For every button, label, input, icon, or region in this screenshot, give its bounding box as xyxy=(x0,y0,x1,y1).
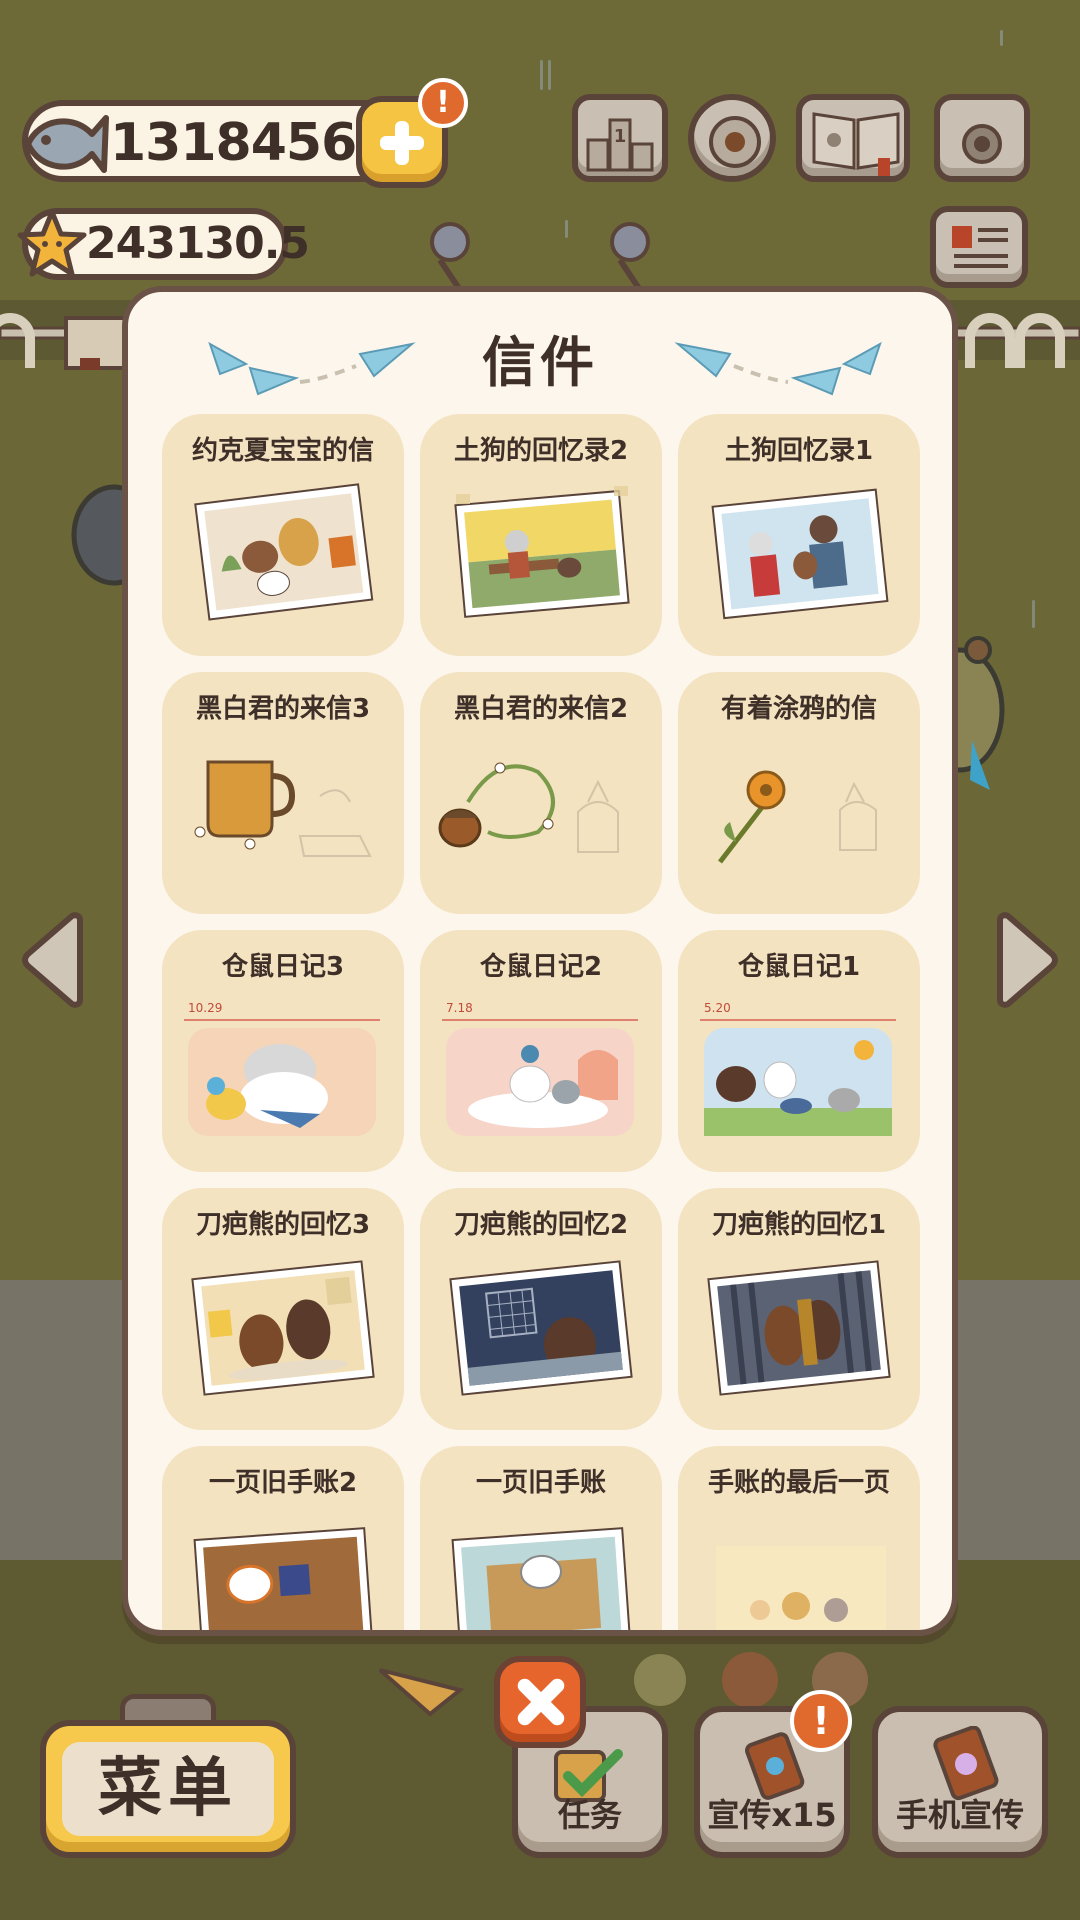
letter-title: 黑白君的来信3 xyxy=(195,694,371,724)
rain-drop xyxy=(1000,30,1003,46)
letter-title: 刀疤熊的回忆2 xyxy=(453,1210,629,1240)
diary-date: 10.29 xyxy=(188,1001,222,1015)
gear-icon xyxy=(709,116,761,168)
fish-alert-badge: ! xyxy=(418,78,468,128)
rain-drop xyxy=(548,60,551,90)
letter-card[interactable]: 刀疤熊的回忆3 xyxy=(162,1188,404,1430)
letter-title: 仓鼠日记3 xyxy=(221,952,345,982)
letter-title: 土狗回忆录1 xyxy=(724,436,874,466)
ranking-icon: 1 xyxy=(586,118,654,172)
star-icon xyxy=(17,209,87,277)
catbook-button[interactable] xyxy=(796,94,910,182)
letter-card[interactable]: 土狗回忆录1 xyxy=(678,414,920,656)
ranking-button[interactable]: 1 xyxy=(572,94,668,182)
photo-bear-night-image xyxy=(449,1260,633,1396)
newspaper-icon xyxy=(952,226,1008,268)
letter-title: 黑白君的来信2 xyxy=(453,694,629,724)
phone-promo-label: 手机宣传 xyxy=(895,1796,1024,1834)
catbook-icon xyxy=(812,112,900,176)
letter-card[interactable]: 仓鼠日记2 7.18 xyxy=(420,930,662,1172)
background-character-right xyxy=(950,636,1005,790)
letter-title: 土狗的回忆录2 xyxy=(453,436,629,466)
letter-title: 一页旧手账2 xyxy=(208,1468,358,1498)
rain-drop xyxy=(565,220,568,238)
photo-dogs-rooster-image xyxy=(194,483,374,621)
letter-title: 刀疤熊的回忆3 xyxy=(195,1210,371,1240)
letter-title: 刀疤熊的回忆1 xyxy=(711,1210,887,1240)
newspaper-button[interactable] xyxy=(930,206,1028,288)
diary-date: 7.18 xyxy=(446,1001,473,1015)
star-count: 243130.5 xyxy=(86,218,310,269)
letter-card[interactable]: 约克夏宝宝的信 xyxy=(162,414,404,656)
letter-title: 约克夏宝宝的信 xyxy=(191,436,374,466)
letter-card[interactable]: 仓鼠日记1 5.20 xyxy=(678,930,920,1172)
letter-card[interactable]: 一页旧手账2 xyxy=(162,1446,404,1630)
letter-card[interactable]: 手账的最后一页 xyxy=(678,1446,920,1630)
letter-card[interactable]: 黑白君的来信3 xyxy=(162,672,404,914)
rain-drop xyxy=(540,60,543,90)
menu-label: 菜单 xyxy=(62,1742,274,1836)
photo-cat-box-image xyxy=(451,1527,632,1630)
acorn-wreath-sketch-image xyxy=(438,762,619,853)
svg-text:1: 1 xyxy=(614,126,627,147)
promo-label: 宣传x15 xyxy=(707,1796,837,1834)
letter-title: 仓鼠日记2 xyxy=(479,952,603,982)
letter-card[interactable]: 土狗的回忆录2 xyxy=(420,414,662,656)
camera-icon xyxy=(962,124,1002,164)
phone-promo-button[interactable]: 手机宣传 xyxy=(872,1706,1048,1858)
letter-title: 一页旧手账 xyxy=(475,1468,606,1498)
letter-title: 有着涂鸦的信 xyxy=(720,694,877,724)
hamster-diary-image: 7.18 xyxy=(442,1001,638,1136)
letter-card[interactable]: 仓鼠日记3 10.29 xyxy=(162,930,404,1172)
fish-count: 13184566 xyxy=(110,113,392,173)
promo-alert-badge: ! xyxy=(790,1690,852,1752)
faded-page-image xyxy=(716,1546,886,1630)
diary-date: 5.20 xyxy=(704,1001,731,1015)
photo-bears-room-image xyxy=(191,1260,375,1396)
task-label: 任务 xyxy=(557,1796,622,1834)
photo-grandma-bench-image xyxy=(454,486,630,618)
photo-cats-image xyxy=(193,1527,374,1630)
letter-card[interactable]: 一页旧手账 xyxy=(420,1446,662,1630)
hamster-diary-image: 10.29 xyxy=(184,1001,380,1136)
photo-bears-cage-image xyxy=(707,1260,891,1396)
close-button[interactable] xyxy=(494,1656,586,1748)
arrow-left-icon[interactable] xyxy=(20,912,90,1008)
letter-card[interactable]: 有着涂鸦的信 xyxy=(678,672,920,914)
mug-sketch-image xyxy=(194,760,372,857)
photo-grandparents-dog-image xyxy=(711,488,889,620)
letters-grid: 约克夏宝宝的信 土狗的回忆录2 土狗回忆录1 黑白君的来信3 黑白君的来信2 有… xyxy=(162,414,930,1630)
letter-card[interactable]: 黑白君的来信2 xyxy=(420,672,662,914)
letters-modal: 信件 约克夏宝宝的信 土狗的回忆录2 土狗回忆录1 黑白君的来信3 黑白君的来信… xyxy=(122,286,958,1636)
fish-icon xyxy=(25,115,109,173)
letter-card[interactable]: 刀疤熊的回忆2 xyxy=(420,1188,662,1430)
arrow-right-icon[interactable] xyxy=(990,912,1060,1008)
letter-title: 手账的最后一页 xyxy=(707,1468,890,1498)
letter-card[interactable]: 刀疤熊的回忆1 xyxy=(678,1188,920,1430)
camera-button[interactable] xyxy=(934,94,1030,182)
settings-button[interactable] xyxy=(688,94,776,182)
menu-button[interactable]: 菜单 xyxy=(40,1720,296,1858)
flower-sketch-image xyxy=(718,770,877,864)
rain-drop xyxy=(1032,600,1035,628)
letter-title: 仓鼠日记1 xyxy=(737,952,861,982)
modal-title: 信件 xyxy=(482,331,598,394)
hamster-diary-image: 5.20 xyxy=(700,1001,896,1136)
